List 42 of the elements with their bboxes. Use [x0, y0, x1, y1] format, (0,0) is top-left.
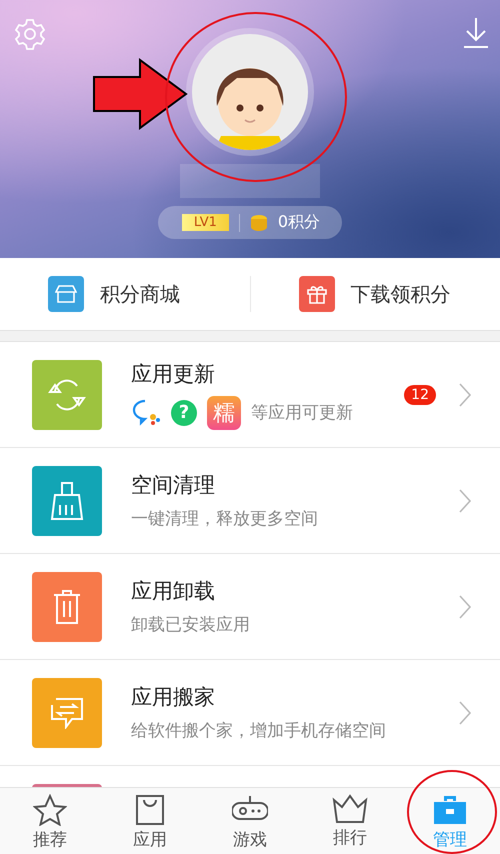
- tool-title: 应用卸载: [131, 578, 216, 605]
- coins-icon: [250, 214, 268, 232]
- crown-icon: [332, 794, 368, 824]
- refresh-icon: [47, 378, 87, 412]
- level-badge: LV1: [182, 214, 229, 231]
- tool-row[interactable]: 空间清理 一键清理，释放更多空间: [0, 448, 500, 554]
- tool-subtitle: 一键清理，释放更多空间: [131, 508, 318, 530]
- tool-row[interactable]: 应用更新 ? 糯 等应用可更新 12: [0, 342, 500, 448]
- toolbox-icon: [432, 794, 468, 826]
- tool-subtitle: 卸载已安装应用: [131, 614, 250, 636]
- tool-title: 应用搬家: [131, 684, 216, 711]
- app-icon: 糯: [207, 396, 241, 430]
- tab[interactable]: 推荐: [0, 788, 100, 854]
- avatar[interactable]: [192, 34, 308, 150]
- download-icon[interactable]: [464, 18, 488, 48]
- shortcut-link[interactable]: 下载领积分: [350, 280, 450, 308]
- trash-icon: [52, 588, 82, 624]
- tool-row[interactable]: 应用卸载 卸载已安装应用: [0, 554, 500, 660]
- chevron-right-icon: [458, 382, 472, 408]
- tab[interactable]: 应用: [100, 788, 200, 854]
- question-app-icon: ?: [171, 400, 197, 426]
- shortcut-link[interactable]: 积分商城: [100, 280, 180, 308]
- tool-subtitle: 给软件搬个家，增加手机存储空间: [131, 720, 386, 742]
- broom-icon: [50, 480, 84, 520]
- chat-bubbles-icon: [131, 398, 161, 426]
- tool-title: 应用更新: [131, 360, 216, 388]
- tool-subtitle: 等应用可更新: [251, 402, 353, 424]
- settings-icon[interactable]: [14, 18, 46, 50]
- tool-title: 空间清理: [131, 472, 216, 499]
- chevron-right-icon: [458, 488, 472, 514]
- tab[interactable]: 游戏: [200, 788, 300, 854]
- tool-row[interactable]: 应用搬家 给软件搬个家，增加手机存储空间: [0, 660, 500, 766]
- chevron-right-icon: [458, 700, 472, 726]
- shopping-bag-icon: [135, 794, 165, 826]
- count-badge: 12: [404, 384, 436, 404]
- star-icon: [33, 794, 67, 826]
- gift-icon: [298, 276, 334, 312]
- tab[interactable]: 排行: [300, 788, 400, 854]
- transfer-icon: [48, 696, 86, 728]
- points-text: 0积分: [278, 212, 320, 233]
- store-icon: [48, 276, 84, 312]
- chevron-right-icon: [458, 594, 472, 620]
